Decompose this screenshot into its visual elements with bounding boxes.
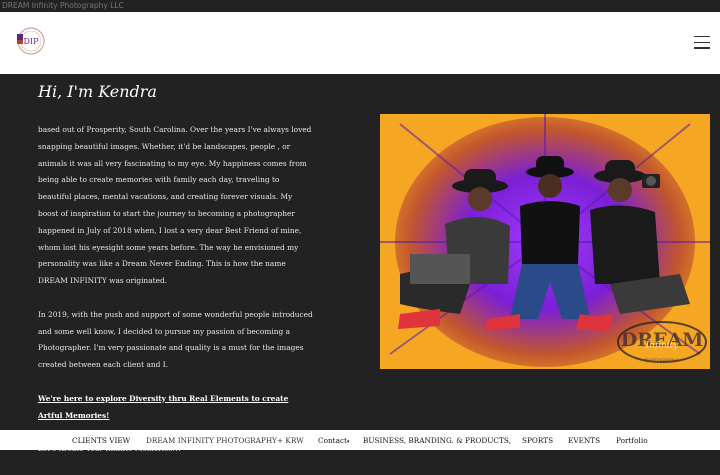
watermark-photography: PHOTOGRAPHY	[645, 358, 680, 364]
site-name-text: DREAM Infinity Photography LLC	[2, 1, 124, 10]
nav-sports[interactable]: SPORTS	[522, 436, 553, 445]
main-content: Hi, I'm Kendra based out of Prosperity, …	[0, 74, 720, 453]
bio-paragraph-1: based out of Prosperity, South Carolina.…	[38, 125, 312, 286]
nav-business-branding[interactable]: BUSINESS, BRANDING. & PRODUCTS,	[363, 436, 511, 445]
logo-text: DIP	[24, 37, 40, 46]
site-name-bar: DREAM Infinity Photography LLC	[0, 0, 720, 12]
hero-photo: DREAM Infinity PHOTOGRAPHY	[380, 114, 710, 369]
bio-paragraph-2: In 2019, with the push and support of so…	[38, 309, 313, 370]
hero-photo-image: DREAM Infinity PHOTOGRAPHY	[380, 114, 710, 369]
cta-link[interactable]: We're here to explore Diversity thru Rea…	[38, 394, 288, 420]
logo-icon: DIP	[17, 27, 45, 55]
nav-portfolio[interactable]: Portfolio	[616, 436, 648, 445]
site-header: DIP	[0, 12, 720, 74]
page-title: Hi, I'm Kendra	[38, 82, 157, 101]
footer-nav: CLIENTS VIEW DREAM INFINITY PHOTOGRAPHY+…	[0, 430, 720, 450]
nav-contact-label: Contact	[318, 436, 347, 445]
nav-events[interactable]: EVENTS	[568, 436, 600, 445]
nav-contact[interactable]: Contact▾	[318, 436, 350, 445]
chevron-down-icon: ▾	[346, 439, 350, 445]
nav-dream-infinity[interactable]: DREAM INFINITY PHOTOGRAPHY+ KRW	[146, 436, 304, 445]
site-logo[interactable]: DIP	[15, 25, 47, 57]
bio-section: based out of Prosperity, South Carolina.…	[38, 122, 313, 475]
nav-clients-view[interactable]: CLIENTS VIEW	[72, 436, 130, 445]
watermark-infinity: Infinity	[645, 341, 680, 351]
hamburger-menu-icon[interactable]	[694, 36, 710, 50]
